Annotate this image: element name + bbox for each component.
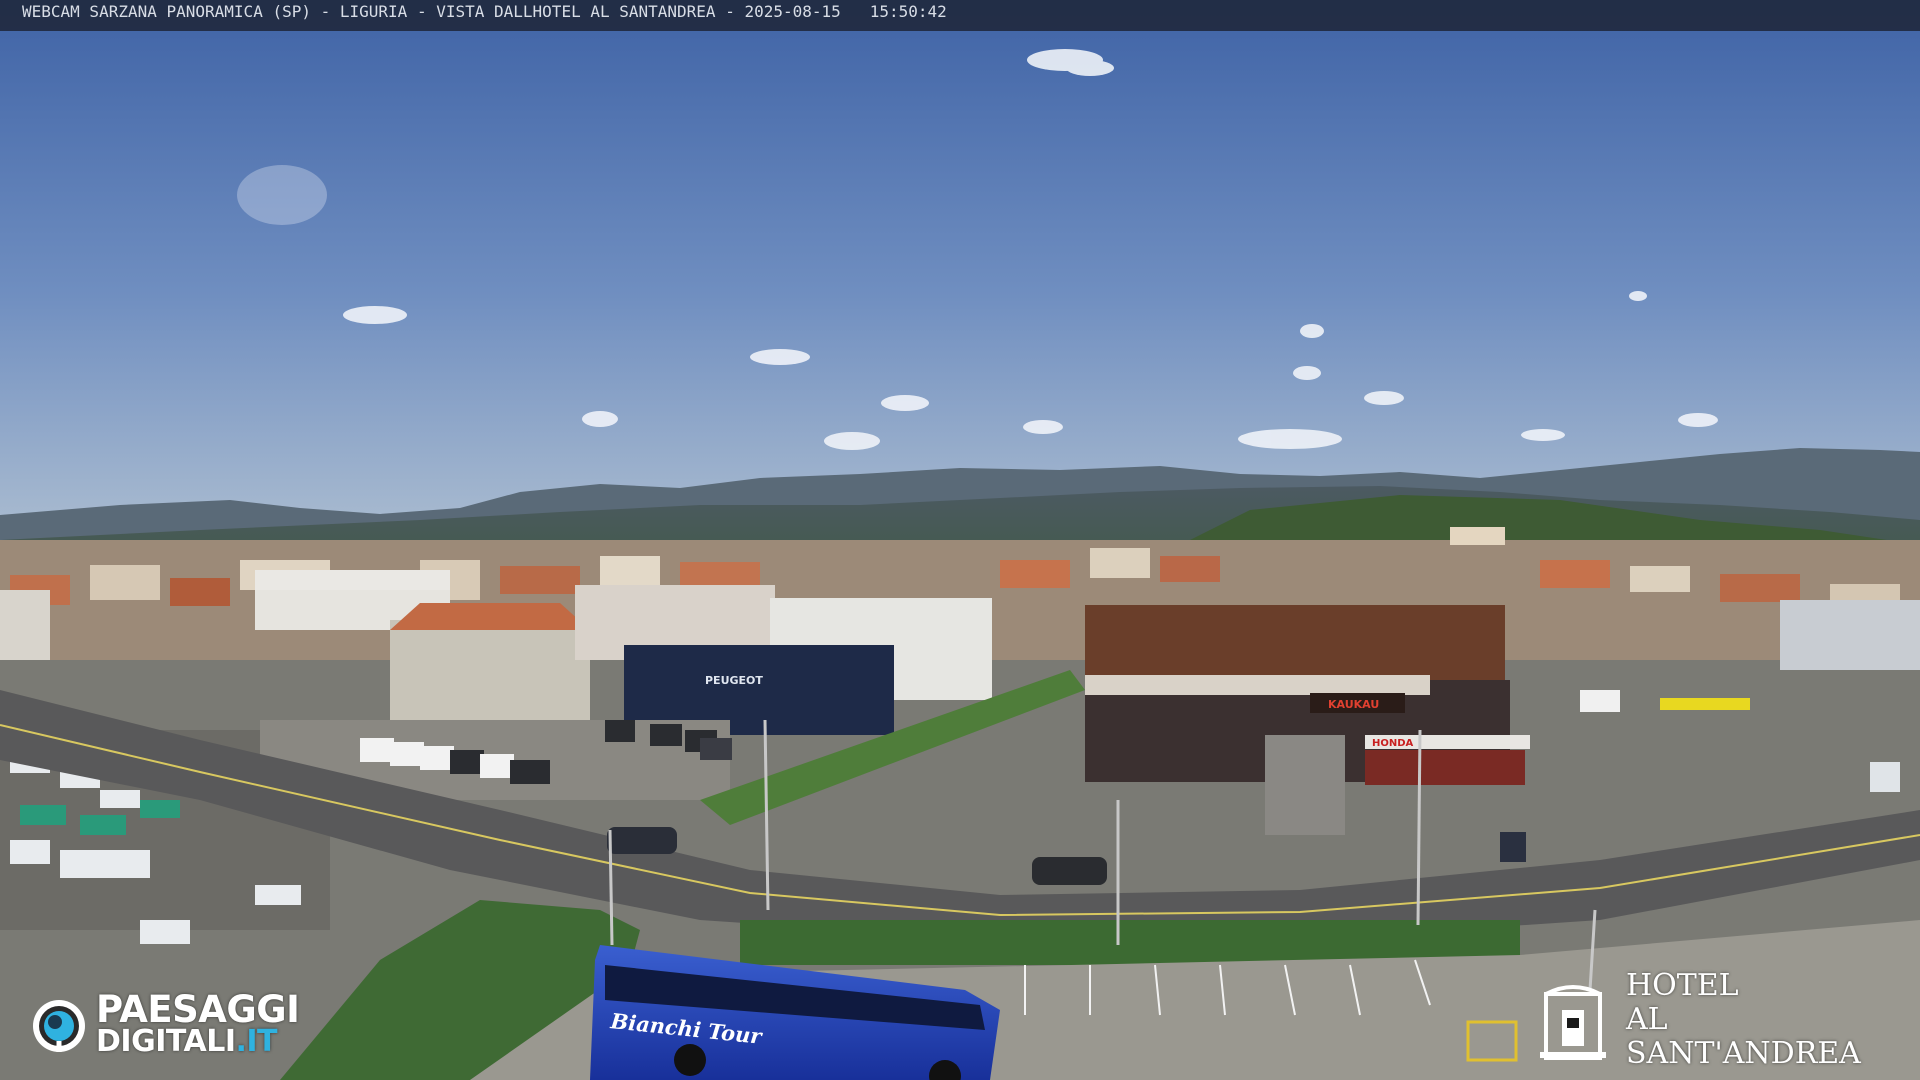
webcam-caption: WEBCAM SARZANA PANORAMICA (SP) - LIGURIA…: [0, 0, 1920, 31]
peugeot-sign: PEUGEOT: [705, 674, 763, 687]
eye-logo-icon: [33, 1000, 85, 1052]
hotel-name-line1: HOTEL: [1626, 968, 1739, 1003]
brand-name-line1: PAESAGGI: [96, 988, 300, 1031]
webcam-scene: PEUGEOT KAUKAU HONDA Bianchi Tour: [0, 0, 1920, 1080]
dealer-sign: HONDA: [1372, 738, 1414, 749]
hotel-name-line2: AL SANT'ANDREA: [1626, 1002, 1861, 1071]
blurred-house: [390, 620, 590, 720]
white-building-right: [1780, 600, 1920, 670]
commercial-awning: [1085, 675, 1430, 695]
commercial-building: [1085, 605, 1505, 685]
dealer-front: [1365, 750, 1525, 785]
restaurant-sign: KAUKAU: [1328, 698, 1379, 711]
billboard-yellow: [1660, 698, 1750, 710]
brand-name-tld: .IT: [235, 1024, 278, 1059]
commercial-ramp: [1265, 735, 1345, 835]
brand-name-line2: DIGITALI.IT: [96, 1026, 299, 1058]
paesaggi-digitali-logo: PAESAGGI DIGITALI.IT: [30, 991, 340, 1061]
hotel-crest-icon: [1540, 985, 1606, 1060]
hotel-logo: HOTEL AL SANT'ANDREA: [1540, 969, 1910, 1071]
brand-name-main: DIGITALI: [96, 1024, 236, 1059]
road-sign-far-right: [1870, 762, 1900, 792]
road-sign-right: [1500, 832, 1526, 862]
sky: [0, 0, 1920, 530]
blurred-house-roof: [390, 603, 590, 630]
